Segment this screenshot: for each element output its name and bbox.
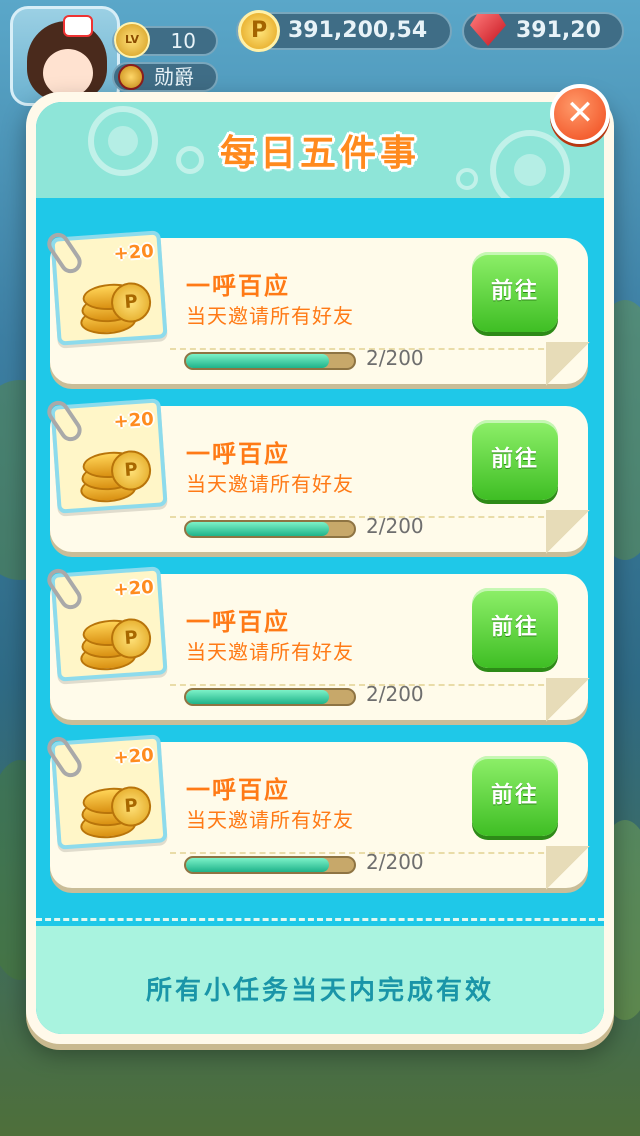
go-button[interactable]: 前往	[472, 420, 558, 500]
coin-stack-icon: P	[77, 601, 155, 673]
task-title: 一呼百应	[186, 608, 290, 636]
go-button[interactable]: 前往	[472, 756, 558, 836]
task-description: 当天邀请所有好友	[186, 640, 354, 664]
task-card: +20 P 一呼百应 当天邀请所有好友 前往 2/200	[43, 396, 590, 554]
reward-note: +20 P	[43, 732, 168, 850]
page-fold	[546, 342, 590, 386]
task-title: 一呼百应	[186, 440, 290, 468]
reward-amount: +20	[112, 744, 155, 769]
reward-amount: +20	[112, 240, 155, 265]
dialog-header: 每日五件事	[36, 102, 604, 198]
avatar-face	[43, 49, 93, 97]
reward-note: +20 P	[43, 228, 168, 346]
task-description: 当天邀请所有好友	[186, 472, 354, 496]
go-button[interactable]: 前往	[472, 252, 558, 332]
progress-fill	[186, 354, 329, 368]
progress-bar	[184, 688, 356, 706]
coin-stack-icon: P	[77, 265, 155, 337]
progress-bar	[184, 352, 356, 370]
progress-fill	[186, 690, 329, 704]
coin-stack-icon: P	[77, 769, 155, 841]
progress-text: 2/200	[366, 850, 424, 874]
progress-text: 2/200	[366, 514, 424, 538]
progress-bar	[184, 856, 356, 874]
reward-note: +20 P	[43, 564, 168, 682]
coin-stack-icon: P	[77, 433, 155, 505]
player-avatar[interactable]	[10, 6, 120, 106]
close-button[interactable]: ✕	[550, 84, 610, 144]
progress-bar	[184, 520, 356, 538]
page-fold	[546, 678, 590, 722]
go-button[interactable]: 前往	[472, 588, 558, 668]
task-description: 当天邀请所有好友	[186, 304, 354, 328]
footer-divider	[36, 918, 604, 921]
page-fold	[546, 510, 590, 554]
avatar-bow	[63, 15, 93, 37]
progress-text: 2/200	[366, 346, 424, 370]
reward-note: +20 P	[43, 396, 168, 514]
task-card: +20 P 一呼百应 当天邀请所有好友 前往 2/200	[43, 564, 590, 722]
page-fold	[546, 846, 590, 890]
progress-text: 2/200	[366, 682, 424, 706]
progress-fill	[186, 522, 329, 536]
task-card: +20 P 一呼百应 当天邀请所有好友 前往 2/200	[43, 732, 590, 890]
dialog-title: 每日五件事	[219, 133, 420, 174]
coin-icon: P	[238, 10, 280, 52]
dialog-body: 每日五件事 +20 P 一呼百应 当天邀请所有好友 前往 2/200 +20 P…	[36, 102, 604, 1034]
reward-amount: +20	[112, 408, 155, 433]
progress-fill	[186, 858, 329, 872]
footer-note: 所有小任务当天内完成有效	[145, 976, 494, 1006]
task-title: 一呼百应	[186, 776, 290, 804]
level-badge-icon: LV	[114, 22, 150, 58]
task-card: +20 P 一呼百应 当天邀请所有好友 前往 2/200	[43, 228, 590, 386]
task-description: 当天邀请所有好友	[186, 808, 354, 832]
medal-icon	[118, 64, 144, 90]
daily-tasks-dialog: 每日五件事 +20 P 一呼百应 当天邀请所有好友 前往 2/200 +20 P…	[26, 92, 614, 1044]
reward-amount: +20	[112, 576, 155, 601]
task-title: 一呼百应	[186, 272, 290, 300]
